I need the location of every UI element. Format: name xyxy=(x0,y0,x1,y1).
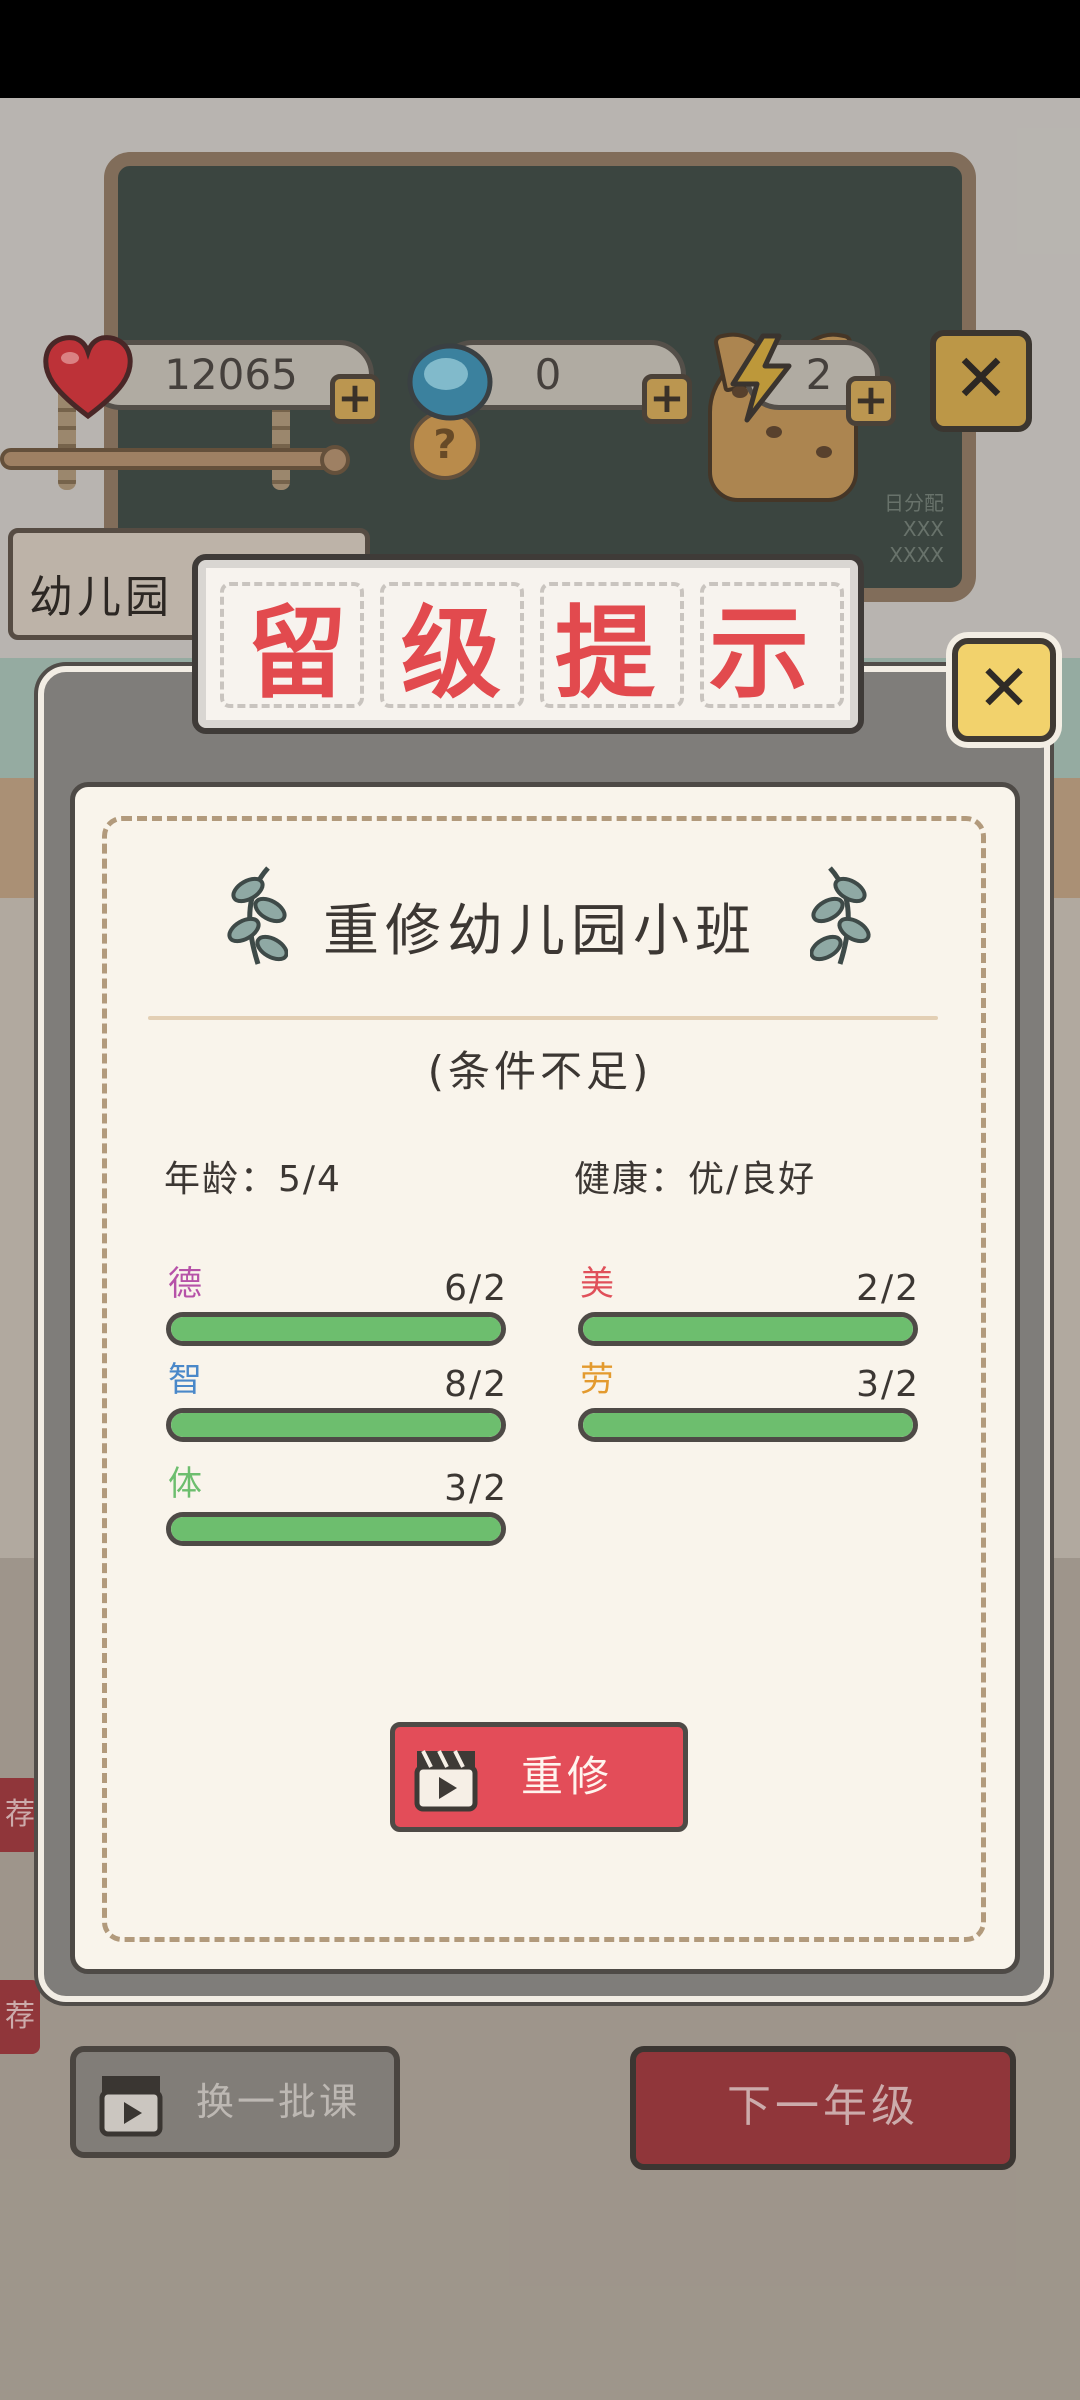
stat-ti: 体 3/2 xyxy=(166,1456,510,1546)
stat-value: 6/2 xyxy=(444,1268,508,1309)
stat-value: 8/2 xyxy=(444,1364,508,1405)
stat-progress-bar xyxy=(578,1408,918,1442)
stat-value: 3/2 xyxy=(444,1468,508,1509)
stat-de: 德 6/2 xyxy=(166,1256,510,1346)
stat-progress-bar xyxy=(166,1512,506,1546)
age-text: 年龄：5/4 xyxy=(164,1159,342,1200)
stat-name: 德 xyxy=(168,1264,202,1304)
modal-subtitle: 重修幼儿园小班 xyxy=(323,899,757,964)
stat-progress-bar xyxy=(578,1312,918,1346)
stat-lao: 劳 3/2 xyxy=(578,1352,922,1442)
stat-name: 体 xyxy=(168,1464,202,1504)
stat-value: 2/2 xyxy=(856,1268,920,1309)
health-text: 健康：优/良好 xyxy=(574,1159,817,1200)
retake-button[interactable]: 重修 xyxy=(390,1722,688,1832)
modal-title: 留 级 提 示 xyxy=(198,560,858,728)
close-icon[interactable]: ✕ xyxy=(952,638,1056,742)
title-char: 提 xyxy=(555,593,655,712)
stat-mei: 美 2/2 xyxy=(578,1256,922,1346)
stat-value: 3/2 xyxy=(856,1364,920,1405)
modal-title-plate: 留 级 提 示 xyxy=(192,554,864,734)
stat-progress-bar xyxy=(166,1312,506,1346)
condition-text: (条件不足) xyxy=(427,1047,653,1096)
stat-zhi: 智 8/2 xyxy=(166,1352,510,1442)
stat-name: 智 xyxy=(168,1360,202,1400)
stat-name: 劳 xyxy=(580,1360,614,1400)
title-char: 留 xyxy=(247,593,347,712)
title-char: 示 xyxy=(709,593,809,712)
divider xyxy=(148,1016,938,1020)
clapperboard-icon xyxy=(414,1750,478,1812)
retake-label: 重修 xyxy=(521,1752,614,1801)
stat-name: 美 xyxy=(580,1264,614,1304)
stat-progress-bar xyxy=(166,1408,506,1442)
title-char: 级 xyxy=(401,593,501,712)
